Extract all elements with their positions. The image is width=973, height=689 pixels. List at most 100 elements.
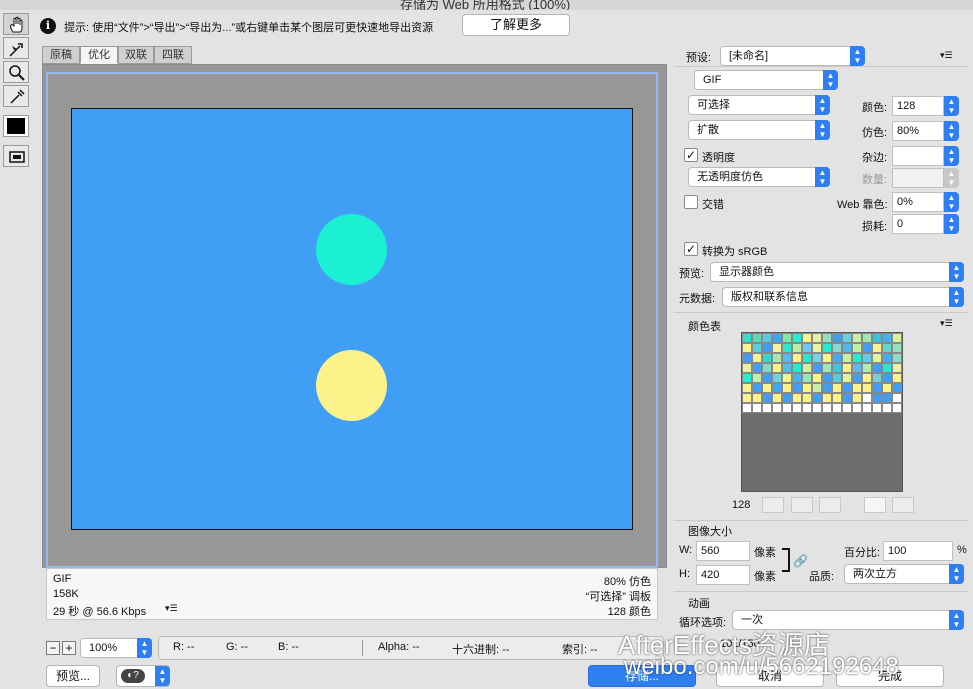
color-swatch[interactable] xyxy=(842,393,852,403)
color-swatch[interactable] xyxy=(852,343,862,353)
color-swatch[interactable] xyxy=(842,343,852,353)
color-swatch[interactable] xyxy=(842,363,852,373)
color-swatch[interactable] xyxy=(742,343,752,353)
color-swatch[interactable] xyxy=(802,393,812,403)
zoom-select[interactable]: 100% ▲ ▼ xyxy=(80,638,152,658)
colors-field[interactable]: 128 xyxy=(892,96,944,116)
color-swatch[interactable] xyxy=(782,363,792,373)
metadata-select[interactable]: 版权和联系信息 ▲ ▼ xyxy=(722,287,964,307)
color-swatch[interactable] xyxy=(852,353,862,363)
color-swatch[interactable] xyxy=(862,343,872,353)
color-swatch[interactable] xyxy=(742,383,752,393)
color-swatch[interactable] xyxy=(832,383,842,393)
color-swatch[interactable] xyxy=(812,333,822,343)
tab-4up[interactable]: 四联 xyxy=(154,46,192,64)
color-swatch[interactable] xyxy=(832,393,842,403)
srgb-checkbox[interactable]: ✓ xyxy=(684,242,698,256)
color-swatch[interactable] xyxy=(852,333,862,343)
tab-optimized[interactable]: 优化 xyxy=(80,46,118,64)
learn-more-button[interactable]: 了解更多 xyxy=(462,14,570,36)
color-swatch[interactable] xyxy=(772,353,782,363)
color-swatch[interactable] xyxy=(742,403,752,413)
color-swatch[interactable] xyxy=(832,373,842,383)
color-swatch[interactable] xyxy=(752,363,762,373)
color-swatch[interactable] xyxy=(762,333,772,343)
color-swatch[interactable] xyxy=(782,383,792,393)
websnap-spinner[interactable]: ▲ ▼ xyxy=(944,192,959,212)
color-swatch[interactable] xyxy=(762,383,772,393)
color-swatch[interactable] xyxy=(872,373,882,383)
color-swatch[interactable] xyxy=(862,393,872,403)
color-swatch[interactable] xyxy=(792,363,802,373)
color-swatch[interactable] xyxy=(892,343,902,353)
map-transparent-icon[interactable] xyxy=(762,497,784,513)
dither-field[interactable]: 80% xyxy=(892,121,944,141)
color-swatch[interactable] xyxy=(872,353,882,363)
color-swatch[interactable] xyxy=(752,353,762,363)
status-menu-icon[interactable]: ▾☰ xyxy=(165,603,178,614)
color-swatch[interactable] xyxy=(792,353,802,363)
lock-color-icon[interactable] xyxy=(819,497,841,513)
tab-2up[interactable]: 双联 xyxy=(118,46,154,64)
new-color-icon[interactable] xyxy=(864,497,886,513)
color-swatch[interactable] xyxy=(832,343,842,353)
color-swatch[interactable] xyxy=(872,333,882,343)
dither-spinner[interactable]: ▲ ▼ xyxy=(944,121,959,141)
color-swatch[interactable] xyxy=(792,383,802,393)
transparency-dither-select[interactable]: 无透明度仿色 ▲ ▼ xyxy=(688,167,830,187)
color-swatch[interactable] xyxy=(822,353,832,363)
link-icon[interactable]: 🔗 xyxy=(793,554,808,568)
color-swatch[interactable] xyxy=(842,403,852,413)
color-swatch[interactable] xyxy=(802,383,812,393)
lossy-spinner[interactable]: ▲ ▼ xyxy=(944,214,959,234)
color-swatch[interactable] xyxy=(772,383,782,393)
color-swatch[interactable] xyxy=(842,383,852,393)
transparency-checkbox[interactable]: ✓ xyxy=(684,148,698,162)
eyedropper-color-swatch[interactable] xyxy=(3,115,29,137)
interlaced-checkbox[interactable] xyxy=(684,195,698,209)
color-swatch[interactable] xyxy=(852,403,862,413)
color-swatch[interactable] xyxy=(872,343,882,353)
color-swatch[interactable] xyxy=(832,403,842,413)
reduction-select[interactable]: 可选择 ▲ ▼ xyxy=(688,95,830,115)
zoom-in-button[interactable]: + xyxy=(62,641,76,655)
color-table-menu-icon[interactable]: ▾☰ xyxy=(940,318,953,329)
dither-algorithm-select[interactable]: 扩散 ▲ ▼ xyxy=(688,120,830,140)
color-swatch[interactable] xyxy=(782,393,792,403)
color-swatch[interactable] xyxy=(752,393,762,403)
color-swatch[interactable] xyxy=(762,353,772,363)
color-swatch[interactable] xyxy=(862,383,872,393)
quality-select[interactable]: 两次立方 ▲ ▼ xyxy=(844,564,964,584)
color-swatch[interactable] xyxy=(762,393,772,403)
tab-original[interactable]: 原稿 xyxy=(42,46,80,64)
color-swatch[interactable] xyxy=(852,363,862,373)
color-swatch[interactable] xyxy=(812,383,822,393)
color-swatch[interactable] xyxy=(842,333,852,343)
color-swatch[interactable] xyxy=(882,393,892,403)
color-swatch[interactable] xyxy=(782,403,792,413)
color-swatch[interactable] xyxy=(892,383,902,393)
height-field[interactable]: 420 xyxy=(696,565,750,585)
color-swatch[interactable] xyxy=(802,363,812,373)
color-swatch[interactable] xyxy=(822,373,832,383)
panel-menu-icon[interactable]: ▾☰ xyxy=(940,50,953,61)
color-swatch[interactable] xyxy=(872,393,882,403)
matte-field[interactable] xyxy=(892,146,944,166)
color-swatch[interactable] xyxy=(882,353,892,363)
color-swatch[interactable] xyxy=(812,373,822,383)
browser-select[interactable]: ◐? ▲ ▼ xyxy=(116,665,170,687)
preview-mode-select[interactable]: 显示器颜色 ▲ ▼ xyxy=(710,262,964,282)
zoom-out-button[interactable]: − xyxy=(46,641,60,655)
color-swatch[interactable] xyxy=(782,353,792,363)
color-swatch[interactable] xyxy=(892,373,902,383)
color-swatch[interactable] xyxy=(772,403,782,413)
color-swatch[interactable] xyxy=(842,373,852,383)
color-swatch[interactable] xyxy=(742,393,752,403)
color-swatch[interactable] xyxy=(862,373,872,383)
color-swatch[interactable] xyxy=(832,363,842,373)
artboard[interactable] xyxy=(71,108,633,530)
color-swatch[interactable] xyxy=(852,393,862,403)
color-swatch[interactable] xyxy=(892,353,902,363)
color-swatch[interactable] xyxy=(852,373,862,383)
color-swatch[interactable] xyxy=(782,343,792,353)
